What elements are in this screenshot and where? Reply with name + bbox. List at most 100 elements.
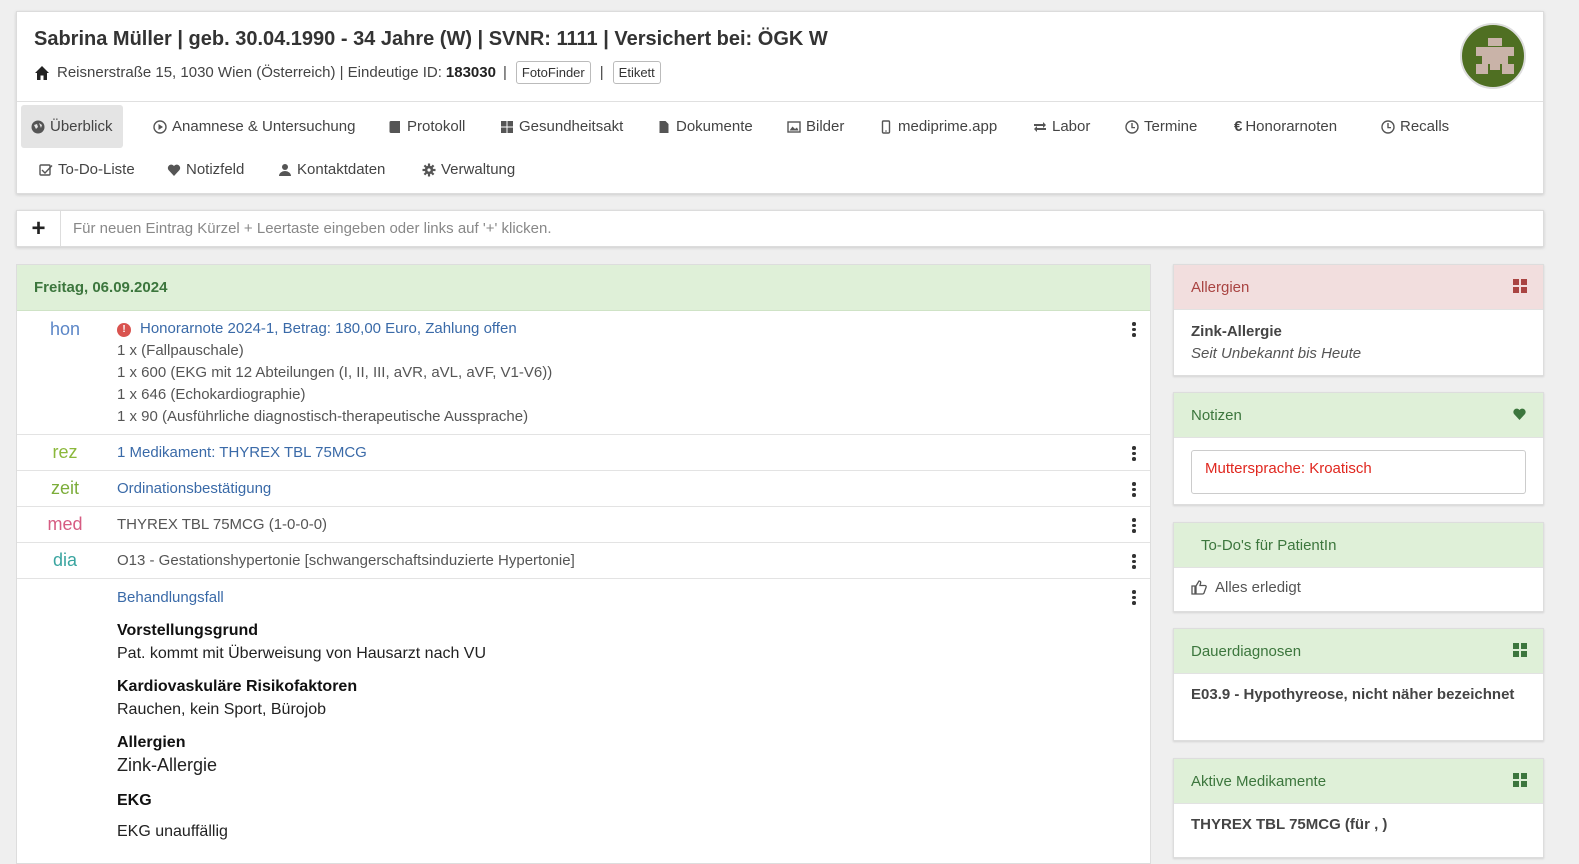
entry-kind: dia bbox=[52, 550, 78, 570]
gear-icon bbox=[422, 163, 436, 176]
tab-ueberblick[interactable]: Überblick bbox=[21, 105, 123, 148]
diagnosis-item: E03.9 - Hypothyreose, nicht näher bezeic… bbox=[1191, 686, 1515, 703]
phone-icon bbox=[881, 119, 891, 134]
invoice-line: 1 x (Fallpauschale) bbox=[117, 342, 244, 359]
active-medications-panel: Aktive Medikamente THYREX TBL 75MCG (für… bbox=[1173, 758, 1544, 858]
journal-entry-dia[interactable]: dia O13 - Gestationshypertonie [schwange… bbox=[17, 543, 1150, 579]
tab-dokumente[interactable]: Dokumente bbox=[647, 105, 763, 148]
invoice-line: 1 x 600 (EKG mit 12 Abteilungen (I, II, … bbox=[117, 364, 553, 381]
case-link[interactable]: Behandlungsfall bbox=[117, 589, 224, 606]
todo-status: Alles erledigt bbox=[1215, 579, 1301, 596]
grid-icon[interactable] bbox=[1513, 773, 1527, 787]
allergies-panel: Allergien Zink-Allergie Seit Unbekannt b… bbox=[1173, 264, 1544, 376]
tab-anamnese[interactable]: Anamnese & Untersuchung bbox=[143, 105, 365, 148]
alert-icon: ! bbox=[117, 323, 131, 337]
grid-icon[interactable] bbox=[1513, 643, 1527, 657]
section-heading: Vorstellungsgrund bbox=[117, 622, 259, 639]
more-menu-icon[interactable] bbox=[1132, 554, 1136, 571]
journal-entry-hon[interactable]: hon ! Honorarnote 2024-1, Betrag: 180,00 … bbox=[17, 311, 1150, 435]
image-icon bbox=[787, 120, 801, 133]
entry-kind: med bbox=[47, 514, 83, 534]
more-menu-icon[interactable] bbox=[1132, 482, 1136, 499]
panel-title: Notizen bbox=[1191, 406, 1242, 424]
tab-kontaktdaten[interactable]: Kontaktdaten bbox=[268, 148, 395, 191]
play-circle-icon bbox=[153, 119, 167, 134]
entry-kind: zeit bbox=[50, 478, 79, 498]
allergy-name: Zink-Allergie bbox=[1191, 323, 1282, 340]
section-text: Rauchen, kein Sport, Bürojob bbox=[117, 701, 327, 718]
journal-day-card: Freitag, 06.09.2024 hon ! Honorarnote 202… bbox=[16, 264, 1151, 864]
tab-protokoll[interactable]: Protokoll bbox=[378, 105, 475, 148]
patient-id: 183030 bbox=[445, 64, 496, 81]
patient-header: Sabrina Müller | geb. 30.04.1990 - 34 Ja… bbox=[16, 11, 1544, 194]
entry-input[interactable] bbox=[61, 211, 1543, 246]
notes-panel: Notizen Muttersprache: Kroatisch bbox=[1173, 392, 1544, 505]
panel-title: Allergien bbox=[1191, 278, 1250, 296]
entry-kind: hon bbox=[49, 319, 81, 339]
swap-icon bbox=[1034, 121, 1046, 132]
tab-gesundheitsakt[interactable]: Gesundheitsakt bbox=[490, 105, 633, 148]
journal-entry-rez[interactable]: rez 1 Medikament: THYREX TBL 75MCG bbox=[17, 435, 1150, 471]
confirmation-link[interactable]: Ordinationsbestätigung bbox=[117, 480, 271, 497]
journal-entry-behandlungsfall[interactable]: Behandlungsfall Vorstellungsgrund Pat. k… bbox=[17, 579, 1150, 849]
patient-address: Reisnerstraße 15, 1030 Wien (Österreich)… bbox=[57, 64, 442, 81]
tab-mediprime[interactable]: mediprime.app bbox=[869, 105, 1007, 148]
book-icon bbox=[389, 120, 400, 133]
euro-icon: € bbox=[1234, 118, 1243, 135]
allergy-period: Seit Unbekannt bis Heute bbox=[1191, 345, 1362, 362]
separator: | bbox=[599, 64, 604, 81]
heart-icon[interactable] bbox=[1512, 407, 1527, 421]
checkbox-icon bbox=[39, 163, 53, 176]
section-heading: EKG bbox=[117, 792, 152, 809]
new-entry-bar: + bbox=[16, 210, 1544, 247]
fotofinder-button[interactable]: FotoFinder bbox=[515, 61, 591, 84]
panel-title: Dauerdiagnosen bbox=[1191, 642, 1302, 660]
clock-icon bbox=[1381, 119, 1395, 134]
thumbs-up-icon bbox=[1191, 580, 1207, 595]
invoice-link[interactable]: Honorarnote 2024-1, Betrag: 180,00 Euro,… bbox=[140, 320, 517, 337]
note-field[interactable]: Muttersprache: Kroatisch bbox=[1191, 450, 1526, 494]
home-icon bbox=[35, 65, 49, 80]
journal-date: Freitag, 06.09.2024 bbox=[17, 265, 1150, 311]
grid-icon[interactable] bbox=[1513, 279, 1527, 293]
section-heading: Kardiovaskuläre Risikofaktoren bbox=[117, 678, 358, 695]
separator: | bbox=[502, 64, 507, 81]
journal-entry-zeit[interactable]: zeit Ordinationsbestätigung bbox=[17, 471, 1150, 507]
panel-title: To-Do's für PatientIn bbox=[1201, 536, 1337, 554]
medication-text: THYREX TBL 75MCG (1-0-0-0) bbox=[117, 516, 328, 533]
diagnosis-text: O13 - Gestationshypertonie [schwangersch… bbox=[117, 552, 575, 569]
tab-bilder[interactable]: Bilder bbox=[777, 105, 854, 148]
tab-notizfeld[interactable]: Notizfeld bbox=[157, 148, 254, 191]
todos-panel: To-Do's für PatientIn Alles erledigt bbox=[1173, 522, 1544, 612]
avatar[interactable] bbox=[1460, 23, 1526, 89]
tab-termine[interactable]: Termine bbox=[1115, 105, 1207, 148]
tab-todo-liste[interactable]: To-Do-Liste bbox=[29, 148, 145, 191]
permanent-diagnoses-panel: Dauerdiagnosen E03.9 - Hypothyreose, nic… bbox=[1173, 628, 1544, 741]
section-text: Zink-Allergie bbox=[117, 755, 218, 775]
globe-icon bbox=[31, 120, 45, 133]
more-menu-icon[interactable] bbox=[1132, 322, 1136, 339]
entry-kind: rez bbox=[52, 442, 78, 462]
etikett-button[interactable]: Etikett bbox=[612, 61, 661, 84]
grid-icon bbox=[501, 120, 513, 133]
section-heading: Allergien bbox=[117, 734, 186, 751]
patient-title: Sabrina Müller | geb. 30.04.1990 - 34 Ja… bbox=[34, 28, 828, 50]
user-icon bbox=[279, 163, 291, 176]
more-menu-icon[interactable] bbox=[1132, 446, 1136, 463]
invoice-line: 1 x 90 (Ausführliche diagnostisch-therap… bbox=[117, 408, 529, 425]
clock-icon bbox=[1125, 119, 1139, 134]
section-text: Pat. kommt mit Überweisung von Hausarzt … bbox=[117, 645, 487, 662]
tab-recalls[interactable]: Recalls bbox=[1371, 105, 1459, 148]
tab-labor[interactable]: Labor bbox=[1023, 105, 1100, 148]
tab-verwaltung[interactable]: Verwaltung bbox=[412, 148, 525, 191]
heart-icon bbox=[167, 164, 181, 176]
prescription-link[interactable]: 1 Medikament: THYREX TBL 75MCG bbox=[117, 444, 367, 461]
more-menu-icon[interactable] bbox=[1132, 590, 1136, 607]
add-entry-button[interactable]: + bbox=[17, 211, 61, 246]
patient-nav: Überblick Anamnese & Untersuchung Protok… bbox=[17, 101, 1543, 178]
patient-info-line: Reisnerstraße 15, 1030 Wien (Österreich)… bbox=[34, 61, 667, 84]
section-text: EKG unauffällig bbox=[117, 823, 228, 840]
more-menu-icon[interactable] bbox=[1132, 518, 1136, 535]
journal-entry-med[interactable]: med THYREX TBL 75MCG (1-0-0-0) bbox=[17, 507, 1150, 543]
tab-honorarnoten[interactable]: € Honorarnoten bbox=[1224, 105, 1347, 148]
